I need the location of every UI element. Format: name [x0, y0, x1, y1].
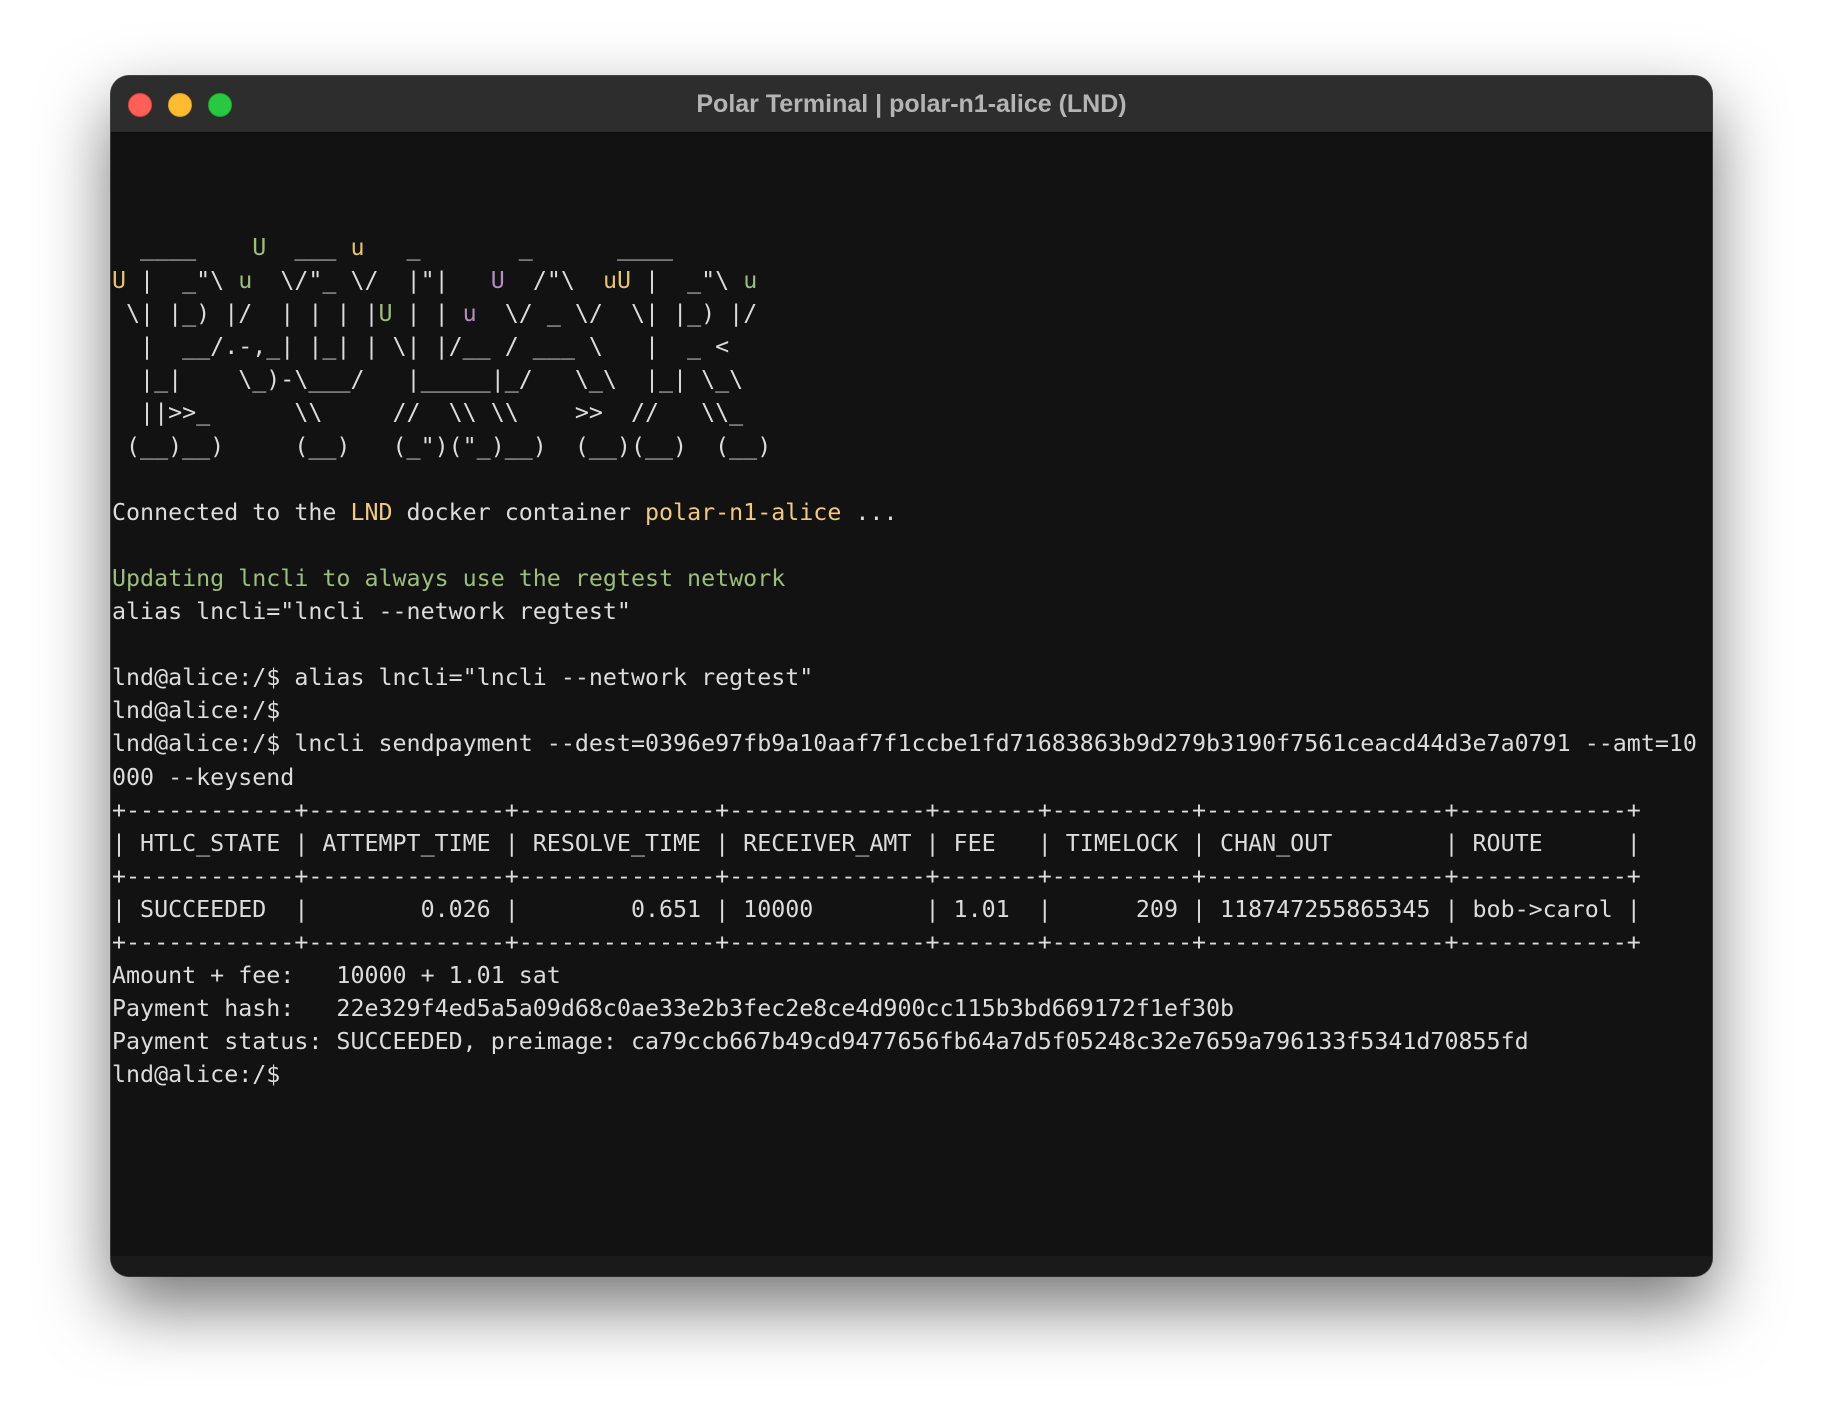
banner-line: ||>>_ \\ // \\ \\ >> // \\_ — [112, 399, 744, 427]
banner-line: | __/.-,_| |_| | \| |/__ / ___ \ | _ < — [112, 333, 730, 361]
banner-segment: ____ — [112, 234, 253, 261]
table-header: | HTLC_STATE | ATTEMPT_TIME | RESOLVE_TI… — [112, 829, 1641, 857]
banner-line: (__)__) (__) (_")("_)__) (__)(__) (__) — [112, 432, 772, 460]
banner-segment: ___ — [266, 234, 351, 261]
window-title: Polar Terminal | polar-n1-alice (LND) — [696, 90, 1127, 118]
connected-middle: docker container — [392, 498, 645, 526]
container-name: polar-n1-alice — [645, 498, 842, 526]
connected-line: Connected to the LND docker container po… — [112, 496, 1697, 529]
banner-line: U | _"\ u \/"_ \/ |"| U /"\ uU | _"\ u — [112, 264, 1697, 297]
banner-segment: /"\ — [504, 267, 603, 295]
banner-segment: u — [743, 267, 758, 295]
banner-segment: _ _ ____ — [364, 234, 674, 261]
amount-line: Amount + fee: 10000 + 1.01 sat — [112, 962, 561, 990]
table-row: | SUCCEEDED | 0.026 | 0.651 | 10000 | 1.… — [112, 895, 1641, 923]
banner-segment: U — [112, 267, 127, 295]
banner-segment: u — [238, 267, 253, 295]
table-border: +------------+--------------+-----------… — [112, 796, 1641, 824]
notice-line: Updating lncli to always use the regtest… — [112, 564, 786, 592]
banner-segment: | _"\ — [631, 267, 744, 295]
table-border: +------------+--------------+-----------… — [112, 928, 1641, 956]
banner-segment: u — [462, 300, 477, 328]
banner-line: ____ U ___ u _ _ ____ — [112, 231, 1697, 264]
banner-segment: U — [378, 300, 393, 328]
command-line: lnd@alice:/$ — [112, 697, 281, 725]
banner-segment: uU — [602, 267, 632, 295]
command-line: lnd@alice:/$ lncli sendpayment --dest=03… — [112, 730, 1697, 758]
terminal-area[interactable]: ____ U ___ u _ _ ____ U | _"\ u \/"_ \/ |… — [111, 133, 1712, 1276]
connected-prefix: Connected to the — [112, 498, 351, 526]
banner-segment: | _"\ — [126, 267, 239, 295]
banner-segment: u — [350, 234, 365, 261]
banner-segment: U — [490, 267, 505, 295]
table-border: +------------+--------------+-----------… — [112, 862, 1641, 890]
command-line-wrap: 000 --keysend — [112, 763, 295, 791]
banner-segment: \/ _ \/ \| |_) |/ — [476, 300, 758, 328]
banner-segment: \/"_ \/ |"| — [252, 267, 491, 295]
terminal-output: ____ U ___ u _ _ ____ U | _"\ u \/"_ \/ |… — [112, 231, 1697, 1091]
terminal-window: Polar Terminal | polar-n1-alice (LND) __… — [111, 76, 1712, 1276]
banner-line: |_| \_)-\___/ |_____|_/ \_\ |_| \_\ — [112, 366, 744, 394]
alias-line: alias lncli="lncli --network regtest" — [112, 598, 631, 626]
banner-segment: U — [252, 234, 267, 261]
bottom-bar — [111, 1256, 1712, 1276]
banner-line: \| |_) |/ | | | |U | | u \/ _ \/ \| |_) … — [112, 297, 1697, 330]
node-type: LND — [350, 498, 393, 526]
banner-segment: \| |_) |/ | | | | — [112, 300, 379, 328]
title-bar[interactable]: Polar Terminal | polar-n1-alice (LND) — [111, 76, 1712, 133]
connected-suffix: ... — [841, 498, 898, 526]
command-line: lnd@alice:/$ alias lncli="lncli --networ… — [112, 664, 814, 692]
payment-status-line: Payment status: SUCCEEDED, preimage: ca7… — [112, 1028, 1529, 1056]
banner-segment: | | — [392, 300, 463, 328]
payment-hash-line: Payment hash: 22e329f4ed5a5a09d68c0ae33e… — [112, 995, 1235, 1023]
prompt-line[interactable]: lnd@alice:/$ — [112, 1058, 1697, 1091]
